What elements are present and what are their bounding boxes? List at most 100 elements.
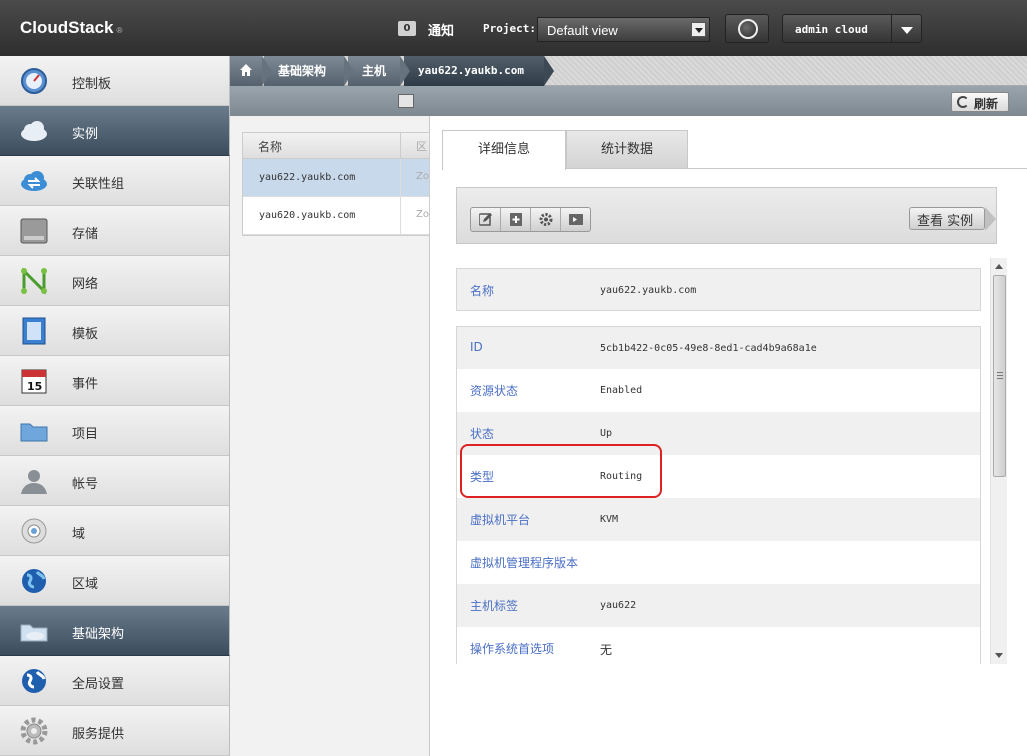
scroll-down-arrow-icon[interactable] [995, 653, 1003, 658]
detail-row-host-tags: 主机标签 yau622 [456, 584, 981, 627]
action-bar: 查看 实例 [456, 187, 997, 244]
tab-details[interactable]: 详细信息 [442, 130, 566, 170]
table-row[interactable]: yau622.yaukb.com Zo [243, 159, 429, 197]
sidebar-item-infrastructure[interactable]: 基础架构 [0, 606, 230, 656]
sidebar-item-regions[interactable]: 区域 [0, 556, 230, 606]
refresh-icon [957, 96, 969, 108]
domain-icon [21, 518, 47, 544]
chevron-down-icon[interactable] [691, 22, 706, 37]
app-logo[interactable]: CloudStack ® [20, 18, 122, 38]
view-instances-button[interactable]: 查看 实例 [909, 207, 996, 231]
field-value: yau622.yaukb.com [600, 285, 697, 296]
console-icon [569, 214, 583, 225]
detail-row-resource-state: 资源状态 Enabled [456, 369, 981, 412]
scroll-up-arrow-icon[interactable] [995, 264, 1003, 269]
field-value: yau622 [600, 600, 637, 611]
sidebar-item-network[interactable]: 网络 [0, 256, 230, 306]
calendar-icon: 15 [21, 369, 47, 394]
breadcrumb-home[interactable] [230, 56, 272, 86]
notification-count-badge[interactable]: 0 [398, 21, 416, 36]
breadcrumb-item-current-host[interactable]: yau622.yaukb.com [404, 56, 554, 86]
tab-statistics[interactable]: 统计数据 [566, 130, 688, 168]
sidebar-item-service-offerings[interactable]: 服务提供 [0, 706, 230, 756]
host-zone-cell: Zo [400, 197, 431, 234]
action-button-group [470, 207, 591, 232]
sidebar-item-label: 区域 [72, 577, 99, 592]
field-value: Up [600, 428, 613, 439]
maintenance-button[interactable] [531, 208, 561, 231]
field-value: Enabled [600, 385, 643, 396]
sidebar-item-projects[interactable]: 项目 [0, 406, 230, 456]
sidebar-item-label: 实例 [72, 127, 99, 142]
sidebar-item-label: 帐号 [72, 477, 99, 492]
forcereconnect-button[interactable] [561, 208, 591, 231]
sidebar-item-label: 事件 [72, 377, 99, 392]
chevron-down-icon[interactable] [901, 27, 913, 34]
detail-toolbar: 刷新 [430, 86, 1027, 116]
cloud-icon [21, 121, 47, 141]
sidebar-item-instances[interactable]: 实例 [0, 106, 230, 156]
globe-icon [22, 569, 46, 593]
sidebar: 控制板 实例 关联性组 存储 网络 模板 15 事件 项目 帐号 域 区域 基础… [0, 56, 230, 756]
storage-icon [20, 218, 48, 244]
user-icon [21, 470, 47, 494]
detail-row-os-preference: 操作系统首选项 无 [456, 627, 981, 664]
grip-icon [997, 372, 1003, 379]
detail-content: 详细信息 统计数据 查看 实例 名称 yau622.yaukb.com ID 5… [442, 122, 1027, 756]
field-key: 虚拟机管理程序版本 [470, 556, 579, 570]
sidebar-item-label: 域 [72, 527, 86, 542]
notification-link[interactable]: 通知 [428, 20, 454, 39]
field-key: 状态 [470, 427, 495, 441]
refresh-button[interactable]: 刷新 [951, 92, 1009, 112]
sidebar-item-storage[interactable]: 存储 [0, 206, 230, 256]
sidebar-item-label: 关联性组 [72, 177, 125, 192]
sidebar-item-affinity-groups[interactable]: 关联性组 [0, 156, 230, 206]
edit-icon [479, 213, 492, 226]
scrollbar-thumb[interactable] [993, 275, 1006, 477]
host-zone-cell: Zo [400, 159, 431, 196]
field-value: Routing [600, 471, 643, 482]
globe-icon [738, 19, 758, 39]
detail-row-hypervisor: 虚拟机平台 KVM [456, 498, 981, 541]
folder-icon [20, 423, 48, 442]
user-name: admin cloud [795, 23, 868, 36]
sidebar-item-accounts[interactable]: 帐号 [0, 456, 230, 506]
edit-button[interactable] [471, 208, 501, 231]
table-header: 名称 区 [243, 133, 429, 159]
expand-panel-icon[interactable] [398, 94, 414, 108]
table-row[interactable]: yau620.yaukb.com Zo [243, 197, 429, 235]
sidebar-item-label: 网络 [72, 277, 99, 292]
add-icon [510, 213, 522, 226]
host-name-cell: yau622.yaukb.com [259, 172, 356, 183]
breadcrumb-item-infrastructure[interactable]: 基础架构 [264, 56, 354, 86]
view-instances-label: 查看 实例 [917, 214, 974, 229]
field-key: 主机标签 [470, 599, 519, 613]
sidebar-item-label: 服务提供 [72, 727, 125, 742]
field-value: 无 [600, 643, 613, 657]
column-header-name[interactable]: 名称 [258, 138, 282, 155]
add-tags-button[interactable] [501, 208, 531, 231]
field-key: 虚拟机平台 [470, 513, 531, 527]
breadcrumb-item-hosts[interactable]: 主机 [348, 56, 410, 86]
sidebar-item-label: 模板 [72, 327, 99, 342]
user-menu-button[interactable]: admin cloud [782, 14, 922, 43]
sidebar-item-global-settings[interactable]: 全局设置 [0, 656, 230, 706]
sidebar-item-domains[interactable]: 域 [0, 506, 230, 556]
detail-row-state: 状态 Up [456, 412, 981, 455]
detail-row-type: 类型 Routing [456, 455, 981, 498]
sidebar-item-events[interactable]: 15 事件 [0, 356, 230, 406]
field-key: 操作系统首选项 [470, 642, 555, 656]
sidebar-item-templates[interactable]: 模板 [0, 306, 230, 356]
language-button[interactable] [725, 14, 769, 43]
detail-row-name: 名称 yau622.yaukb.com [456, 268, 981, 311]
column-header-zone[interactable]: 区 [400, 133, 431, 159]
svg-text:15: 15 [27, 380, 42, 393]
project-select[interactable]: Default view [537, 17, 710, 42]
detail-row-hypervisor-version: 虚拟机管理程序版本 [456, 541, 981, 584]
sidebar-item-dashboard[interactable]: 控制板 [0, 56, 230, 106]
detail-scrollbar[interactable] [990, 258, 1007, 664]
detail-fields-list: 名称 yau622.yaukb.com ID 5cb1b422-0c05-49e… [456, 268, 983, 664]
settings-globe-icon [22, 669, 46, 693]
field-value: KVM [600, 514, 619, 525]
host-list-panel: 名称 区 yau622.yaukb.com Zo yau620.yaukb.co… [230, 86, 430, 756]
